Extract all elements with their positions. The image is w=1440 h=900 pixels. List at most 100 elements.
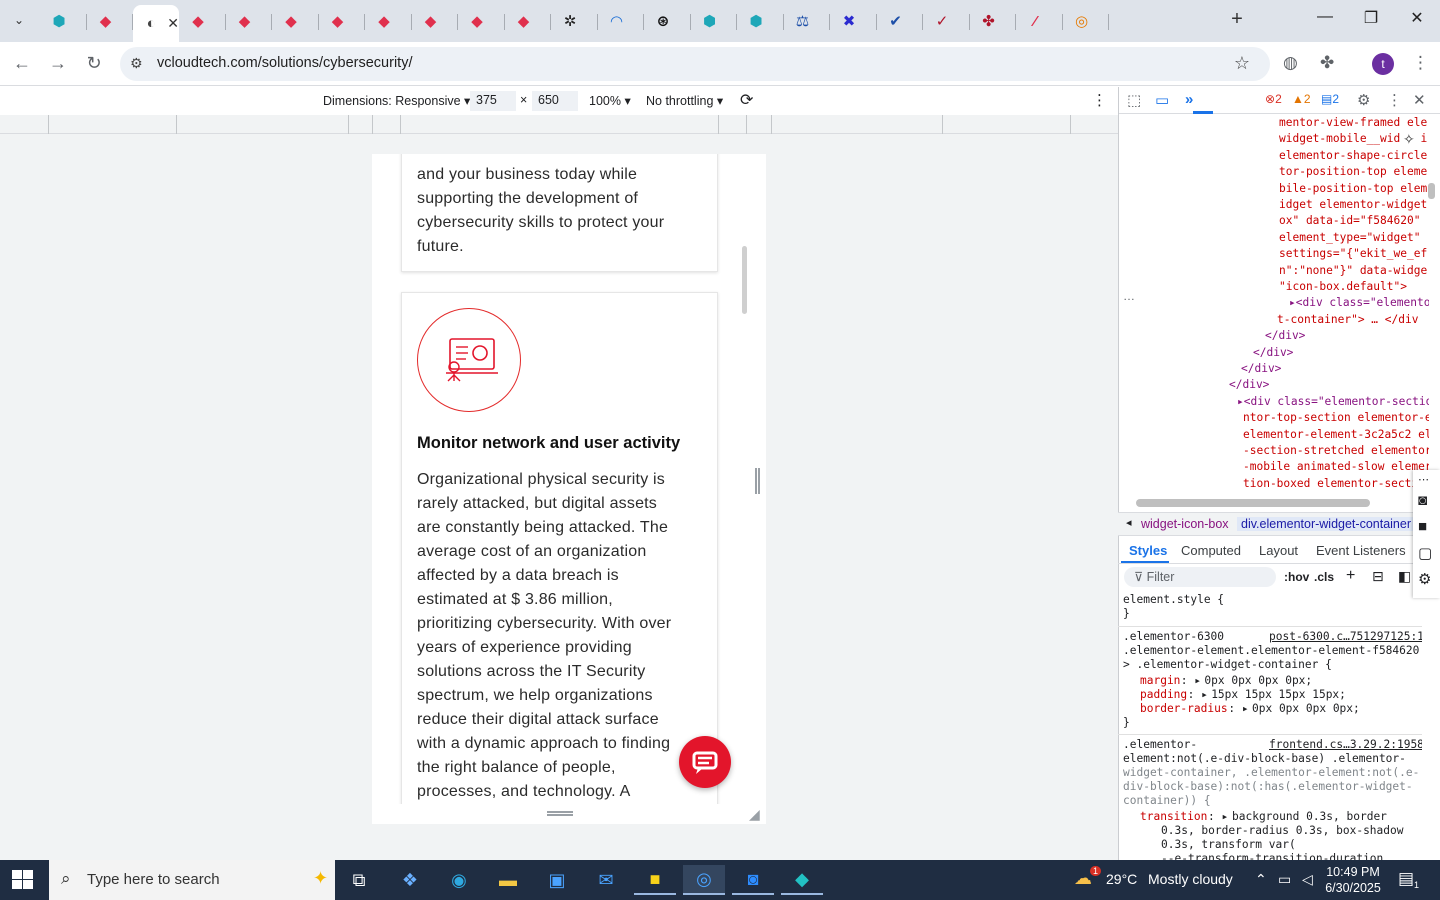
close-devtools-icon[interactable]: ✕ — [1413, 91, 1426, 109]
throttling-select[interactable]: No throttling ▾ — [646, 93, 723, 108]
tab-computed[interactable]: Computed — [1181, 543, 1241, 558]
browser-tab[interactable]: ⬢ — [691, 5, 737, 37]
cls-toggle[interactable]: .cls — [1314, 570, 1334, 584]
resize-handle-bottom[interactable] — [547, 811, 573, 816]
dom-node-line[interactable]: elementor-element-3c2a5c2 el — [1243, 427, 1429, 443]
elements-horizontal-scrollbar[interactable] — [1136, 499, 1370, 507]
dom-node-line[interactable]: </div> — [1265, 328, 1305, 344]
microsoft-store-icon[interactable]: ▣ — [536, 865, 578, 895]
forward-arrow-icon[interactable]: → — [46, 52, 70, 76]
styles-filter-input[interactable]: ⊽ Filter — [1124, 567, 1276, 587]
browser-tab[interactable]: ◆ — [319, 5, 365, 37]
elements-vertical-scrollbar[interactable] — [1428, 183, 1435, 199]
css-property-value[interactable]: 0.3s, border-radius 0.3s, box-shadow — [1161, 824, 1403, 838]
error-count-badge[interactable]: ⊗2 — [1265, 92, 1282, 106]
dom-node-line[interactable]: bile-position-top elem — [1279, 181, 1427, 197]
dom-node-line[interactable]: tor-position-top eleme — [1279, 164, 1427, 180]
maximize-button[interactable]: ❐ — [1348, 8, 1394, 32]
property-expand-icon[interactable]: : ▸ — [1228, 702, 1248, 716]
tab-layout[interactable]: Layout — [1259, 543, 1298, 558]
rule-selector[interactable]: .elementor-6300 — [1123, 630, 1224, 644]
rule-close-brace[interactable]: } — [1123, 716, 1130, 730]
breadcrumb-left-arrow-icon[interactable]: ◂ — [1126, 516, 1132, 529]
browser-tab[interactable]: ◆ — [87, 5, 133, 37]
browser-tab[interactable]: ⬢ — [737, 5, 784, 37]
browser-tab[interactable]: ⚖ — [784, 5, 830, 37]
property-expand-icon[interactable]: : ▸ — [1188, 688, 1208, 702]
network-icon[interactable]: ▭ — [1278, 871, 1291, 888]
weather-text[interactable]: Mostly cloudy — [1148, 871, 1233, 887]
weather-temp[interactable]: 29°C — [1106, 871, 1137, 887]
page-scrollbar-thumb[interactable] — [742, 246, 747, 314]
menu-kebab-icon[interactable]: ⋮ — [1412, 53, 1429, 73]
rule-close-brace[interactable]: } — [1123, 607, 1130, 621]
rule-selector[interactable]: div-block-base):not(:has(.elementor-widg… — [1123, 780, 1413, 794]
dom-node-line[interactable]: "icon-box.default"> — [1279, 279, 1407, 295]
hov-toggle[interactable]: :hov — [1284, 570, 1309, 584]
taskbar-search-box[interactable]: ⌕ Type here to search ✦ — [49, 860, 335, 900]
rule-source-link[interactable]: frontend.cs…3.29.2:1958 — [1269, 738, 1422, 752]
dom-node-line[interactable]: element_type="widget" — [1279, 230, 1420, 246]
dom-node-line[interactable]: ox" data-id="f584620" — [1279, 213, 1420, 229]
close-window-button[interactable]: ✕ — [1394, 8, 1440, 32]
browser-tab[interactable]: ◆ — [179, 5, 226, 37]
css-property-value[interactable]: 0px 0px 0px 0px; — [1204, 674, 1312, 688]
chrome-browser-icon[interactable]: ◎ — [683, 865, 725, 895]
file-explorer-icon[interactable]: ▬ — [487, 865, 529, 895]
settings-gear-icon[interactable]: ⚙ — [1357, 91, 1370, 109]
info-count-badge[interactable]: ▤2 — [1321, 92, 1339, 106]
url-text[interactable]: vcloudtech.com/solutions/cybersecurity/ — [157, 55, 412, 71]
tab-search-chevron-icon[interactable]: ⌄ — [6, 8, 32, 32]
css-property-name[interactable]: border-radius — [1140, 702, 1228, 716]
css-property-name[interactable]: transition — [1140, 810, 1207, 824]
dom-node-line[interactable]: mentor-view-framed ele — [1279, 115, 1427, 131]
width-input[interactable]: 375 — [470, 91, 516, 111]
dom-node-line[interactable]: tion-boxed elementor-secti — [1243, 476, 1418, 492]
browser-tab[interactable]: ◆ — [412, 5, 458, 37]
resize-handle-right[interactable] — [755, 468, 760, 494]
dom-node-line[interactable]: -mobile animated-slow elemer — [1243, 459, 1429, 475]
browser-tab[interactable]: ⊛ — [644, 5, 691, 37]
taskbar-clock[interactable]: 10:49 PM 6/30/2025 — [1316, 864, 1390, 896]
inspect-element-icon[interactable]: ⬚ — [1127, 91, 1141, 109]
browser-tab[interactable]: ◆ — [226, 5, 272, 37]
dom-node-line[interactable]: ▸<div class="elementor — [1289, 295, 1429, 311]
browser-tab[interactable]: ◠ — [598, 5, 644, 37]
rotate-icon[interactable]: ⟳ — [740, 90, 753, 110]
elements-tree[interactable]: mentor-view-framed ele widget-mobile__wid… — [1119, 115, 1429, 492]
dom-node-line[interactable]: idget elementor-widget — [1279, 197, 1427, 213]
extensions-puzzle-icon[interactable]: ✤ — [1320, 53, 1334, 73]
back-arrow-icon[interactable]: ← — [10, 52, 34, 76]
rule-selector[interactable]: container)) { — [1123, 794, 1211, 808]
dom-node-line[interactable]: t-container"> … </div — [1277, 312, 1418, 328]
browser-tab[interactable]: ◆ — [365, 5, 412, 37]
breadcrumb-widget-container[interactable]: div.elementor-widget-container — [1237, 517, 1415, 531]
css-property-value[interactable]: background 0.3s, border — [1232, 810, 1387, 824]
close-tab-icon[interactable]: ✕ — [167, 15, 179, 32]
rule-selector[interactable]: > .elementor-widget-container { — [1123, 658, 1332, 672]
css-property-value[interactable]: 0.3s, transform var( — [1161, 838, 1296, 852]
task-view-icon[interactable]: ⧉ — [338, 865, 380, 895]
browser-tab[interactable]: ◆ — [458, 5, 505, 37]
browser-tab[interactable]: ✲ — [551, 5, 598, 37]
zoom-app-icon[interactable]: ◙ — [732, 865, 774, 895]
dom-node-line[interactable]: -section-stretched elementor — [1243, 443, 1429, 459]
mail-icon[interactable]: ✉ — [585, 865, 627, 895]
browser-tab[interactable]: ◐ ✕ — [133, 5, 179, 42]
dom-node-line[interactable]: ntor-top-section elementor-e — [1243, 410, 1429, 426]
browser-tab[interactable]: ◆ — [272, 5, 319, 37]
dom-node-line[interactable]: elementor-shape-circle — [1279, 148, 1427, 164]
copilot-app-icon[interactable]: ❖ — [389, 865, 431, 895]
browser-tab[interactable]: ◆ — [505, 5, 551, 37]
rule-selector[interactable]: element:not(.e-div-block-base) .elemento… — [1123, 752, 1406, 766]
property-expand-icon[interactable]: : ▸ — [1208, 810, 1228, 824]
rule-selector[interactable]: .elementor-element.elementor-element-f58… — [1123, 644, 1419, 658]
volume-icon[interactable]: ◁ — [1302, 871, 1313, 888]
dom-node-line[interactable]: settings="{"ekit_we_ef — [1279, 246, 1427, 262]
css-property-value[interactable]: 0px 0px 0px 0px; — [1252, 702, 1360, 716]
reload-icon[interactable]: ↻ — [82, 52, 106, 76]
breadcrumb-widget-icon-box[interactable]: widget-icon-box — [1141, 517, 1229, 531]
bookmark-star-icon[interactable]: ☆ — [1234, 53, 1250, 74]
warning-count-badge[interactable]: ▲2 — [1292, 92, 1311, 106]
edge-browser-icon[interactable]: ◉ — [438, 865, 480, 895]
